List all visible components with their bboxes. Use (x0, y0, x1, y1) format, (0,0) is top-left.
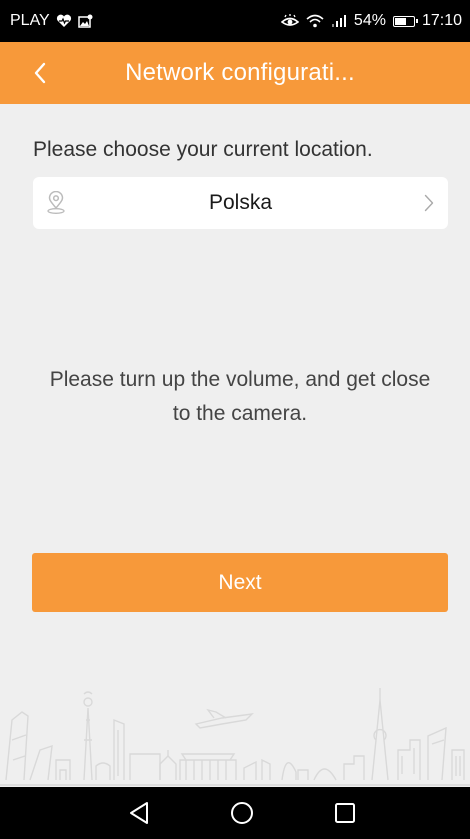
nav-recents-button[interactable] (333, 800, 357, 831)
battery-icon (392, 15, 418, 27)
clock: 17:10 (421, 12, 462, 29)
chevron-right-icon (424, 194, 434, 217)
location-prompt: Please choose your current location. (33, 138, 373, 161)
city-skyline-illustration (0, 688, 470, 786)
square-recents-icon (335, 803, 355, 823)
status-bar: PLAY 54% 17:10 (0, 0, 470, 42)
carrier-label: PLAY (10, 12, 50, 29)
triangle-back-icon (130, 802, 148, 824)
location-value: Polska (208, 191, 273, 214)
eye-comfort-icon (280, 14, 299, 28)
nav-home-button[interactable] (229, 800, 255, 831)
wifi-icon (306, 14, 324, 28)
heart-monitor-icon (56, 14, 72, 28)
nav-back-button[interactable] (127, 800, 151, 831)
app-bar: Network configurati... (0, 42, 470, 104)
gallery-notification-icon (77, 14, 93, 28)
status-left: PLAY (10, 12, 93, 30)
next-button[interactable]: Next (32, 553, 448, 612)
signal-icon (331, 14, 347, 28)
status-right: 54% 17:10 (280, 12, 462, 30)
volume-hint: Please turn up the volume, and get close… (49, 368, 431, 425)
navigation-bar (0, 787, 470, 839)
circle-home-icon (231, 802, 253, 824)
page-title: Network configurati... (125, 59, 355, 86)
location-selector[interactable]: Polska (33, 177, 448, 229)
battery-percent: 54% (353, 12, 386, 29)
